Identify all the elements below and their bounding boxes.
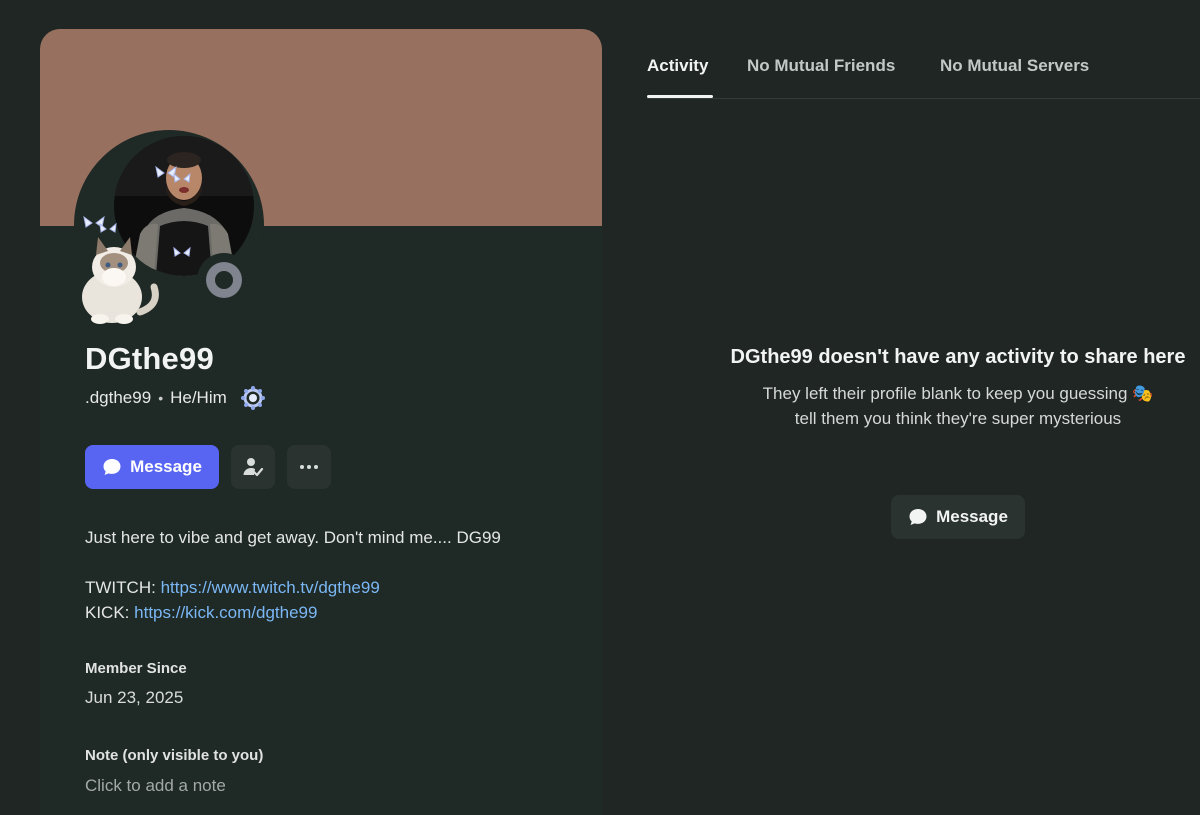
- empty-state-subtitle: They left their profile blank to keep yo…: [720, 381, 1196, 431]
- profile-card: DGthe99 .dgthe99 • He/Him Message Just h…: [40, 29, 602, 815]
- status-indicator: [197, 253, 251, 307]
- profile-tabs: Activity No Mutual Friends No Mutual Ser…: [647, 0, 1200, 99]
- bio-text: Just here to vibe and get away. Don't mi…: [85, 528, 501, 547]
- message-button-label: Message: [130, 457, 202, 476]
- username[interactable]: .dgthe99: [85, 388, 151, 408]
- separator-dot: •: [158, 390, 164, 406]
- username-line: .dgthe99 • He/Him: [85, 385, 266, 411]
- chat-bubble-icon: [909, 509, 927, 525]
- empty-state-line-2: tell them you think they're super myster…: [794, 409, 1122, 428]
- user-check-icon: [243, 458, 264, 477]
- message-button[interactable]: Message: [85, 445, 219, 489]
- tab-mutual-friends[interactable]: No Mutual Friends: [747, 56, 895, 76]
- profile-bio: Just here to vibe and get away. Don't mi…: [85, 525, 575, 625]
- kick-link[interactable]: https://kick.com/dgthe99: [134, 603, 317, 622]
- avatar[interactable]: [74, 130, 264, 324]
- more-options-button[interactable]: [287, 445, 331, 489]
- member-since-date: Jun 23, 2025: [85, 688, 184, 707]
- user-profile-page: DGthe99 .dgthe99 • He/Him Message Just h…: [0, 0, 1200, 815]
- empty-state-line-1: They left their profile blank to keep yo…: [762, 384, 1128, 403]
- offline-status-icon: [206, 262, 242, 298]
- twitch-link[interactable]: https://www.twitch.tv/dgthe99: [161, 578, 380, 597]
- note-input[interactable]: Click to add a note: [85, 776, 226, 796]
- profile-actions: Message: [85, 445, 331, 489]
- add-friend-button[interactable]: [231, 445, 275, 489]
- empty-state-message-button[interactable]: Message: [891, 495, 1025, 539]
- note-label: Note (only visible to you): [85, 747, 264, 764]
- display-name: DGthe99: [85, 341, 214, 376]
- member-since-label: Member Since: [85, 660, 187, 677]
- pronouns: He/Him: [170, 388, 227, 407]
- tab-activity[interactable]: Activity: [647, 56, 708, 76]
- empty-state-title: DGthe99 doesn't have any activity to sha…: [730, 346, 1186, 368]
- ellipsis-icon: [300, 465, 318, 469]
- tab-mutual-servers[interactable]: No Mutual Servers: [940, 56, 1089, 76]
- twitch-line: TWITCH: https://www.twitch.tv/dgthe99: [85, 575, 575, 600]
- active-tab-indicator: [647, 95, 713, 98]
- twitch-label: TWITCH:: [85, 578, 156, 597]
- theater-masks-icon: 🎭: [1132, 384, 1154, 403]
- chat-bubble-icon: [103, 459, 121, 475]
- activity-empty-state: DGthe99 doesn't have any activity to sha…: [720, 343, 1196, 431]
- kick-label: KICK:: [85, 603, 130, 622]
- nitro-badge-icon[interactable]: [240, 385, 266, 411]
- empty-state-message-label: Message: [936, 507, 1008, 526]
- kick-line: KICK: https://kick.com/dgthe99: [85, 600, 575, 625]
